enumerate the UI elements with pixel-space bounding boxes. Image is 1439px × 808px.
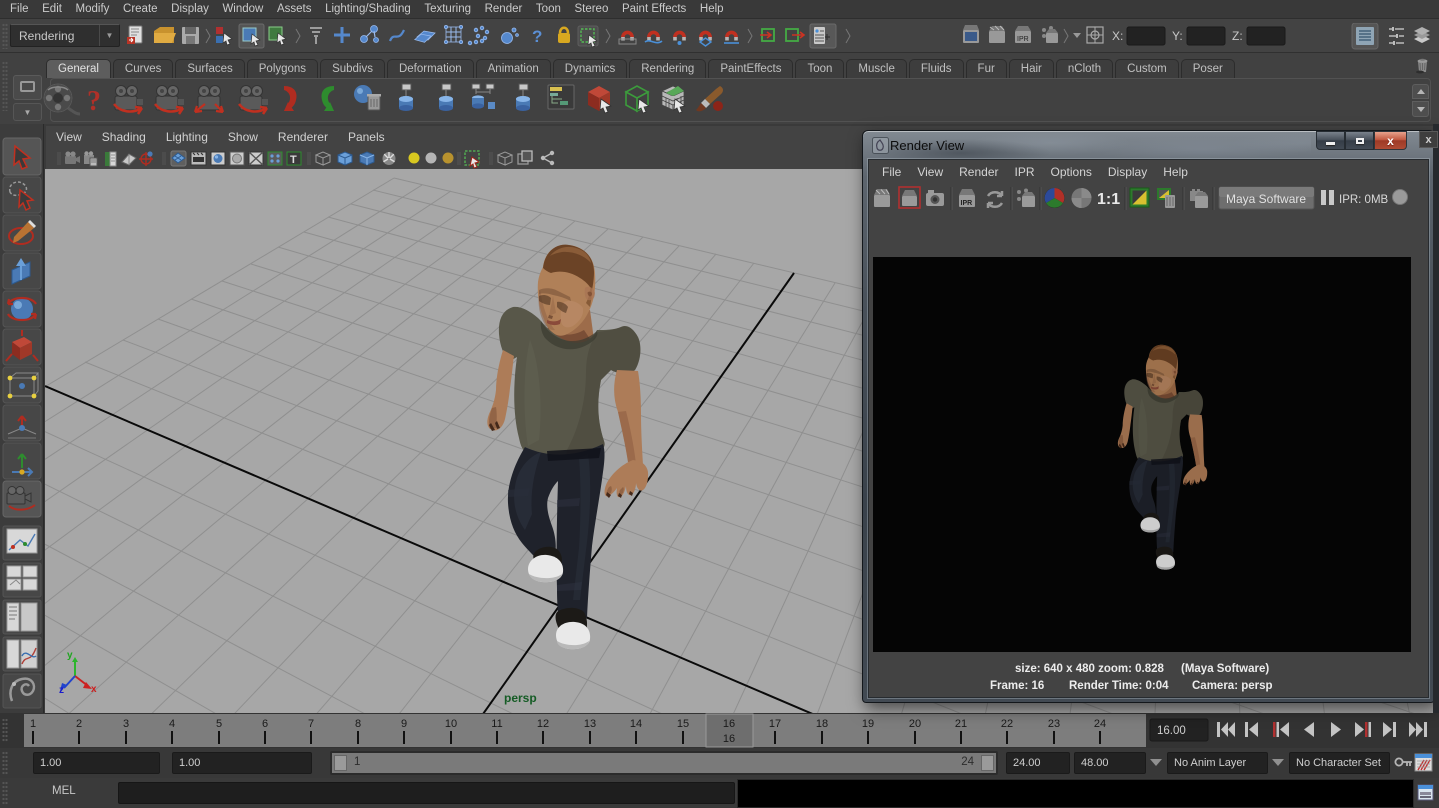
svg-text:4: 4: [169, 718, 175, 730]
svg-text:X:: X:: [1112, 29, 1123, 43]
svg-text:22: 22: [1001, 718, 1013, 730]
svg-text:11: 11: [491, 718, 502, 730]
svg-text:18: 18: [816, 718, 828, 730]
svg-text:20: 20: [909, 718, 921, 730]
svg-text:24: 24: [1094, 718, 1106, 730]
svg-text:5: 5: [216, 718, 222, 730]
svg-text:6: 6: [262, 718, 268, 730]
svg-text:3: 3: [123, 718, 129, 730]
svg-text:12: 12: [537, 718, 549, 730]
svg-text:IPR: IPR: [961, 200, 973, 207]
svg-text:2: 2: [76, 718, 82, 730]
svg-text:16: 16: [723, 733, 735, 745]
svg-text:persp: persp: [504, 691, 537, 705]
svg-text:IPR: 0MB: IPR: 0MB: [1339, 194, 1389, 206]
svg-text:x: x: [91, 684, 97, 695]
svg-text:?: ?: [87, 86, 101, 117]
svg-text:Z:: Z:: [1232, 29, 1243, 43]
svg-text:16.00: 16.00: [1157, 725, 1186, 737]
svg-text:10: 10: [445, 718, 457, 730]
svg-text:y: y: [67, 650, 73, 661]
svg-text:23: 23: [1048, 718, 1060, 730]
svg-text:?: ?: [532, 27, 542, 46]
svg-text:17: 17: [769, 718, 781, 730]
svg-text:7: 7: [308, 718, 314, 730]
svg-text:z: z: [59, 685, 64, 696]
svg-text:13: 13: [584, 718, 596, 730]
svg-text:16: 16: [723, 718, 735, 730]
svg-text:14: 14: [630, 718, 642, 730]
svg-text:9: 9: [401, 718, 407, 730]
svg-text:19: 19: [862, 718, 874, 730]
svg-text:1:1: 1:1: [1097, 191, 1120, 208]
svg-text:15: 15: [677, 718, 689, 730]
svg-text:T: T: [290, 154, 297, 166]
svg-text:Maya Software: Maya Software: [1226, 192, 1306, 206]
svg-text:IPR: IPR: [1017, 36, 1029, 43]
svg-text:8: 8: [355, 718, 361, 730]
svg-text:21: 21: [955, 718, 967, 730]
svg-text:1: 1: [30, 718, 36, 730]
svg-text:Y:: Y:: [1172, 29, 1183, 43]
